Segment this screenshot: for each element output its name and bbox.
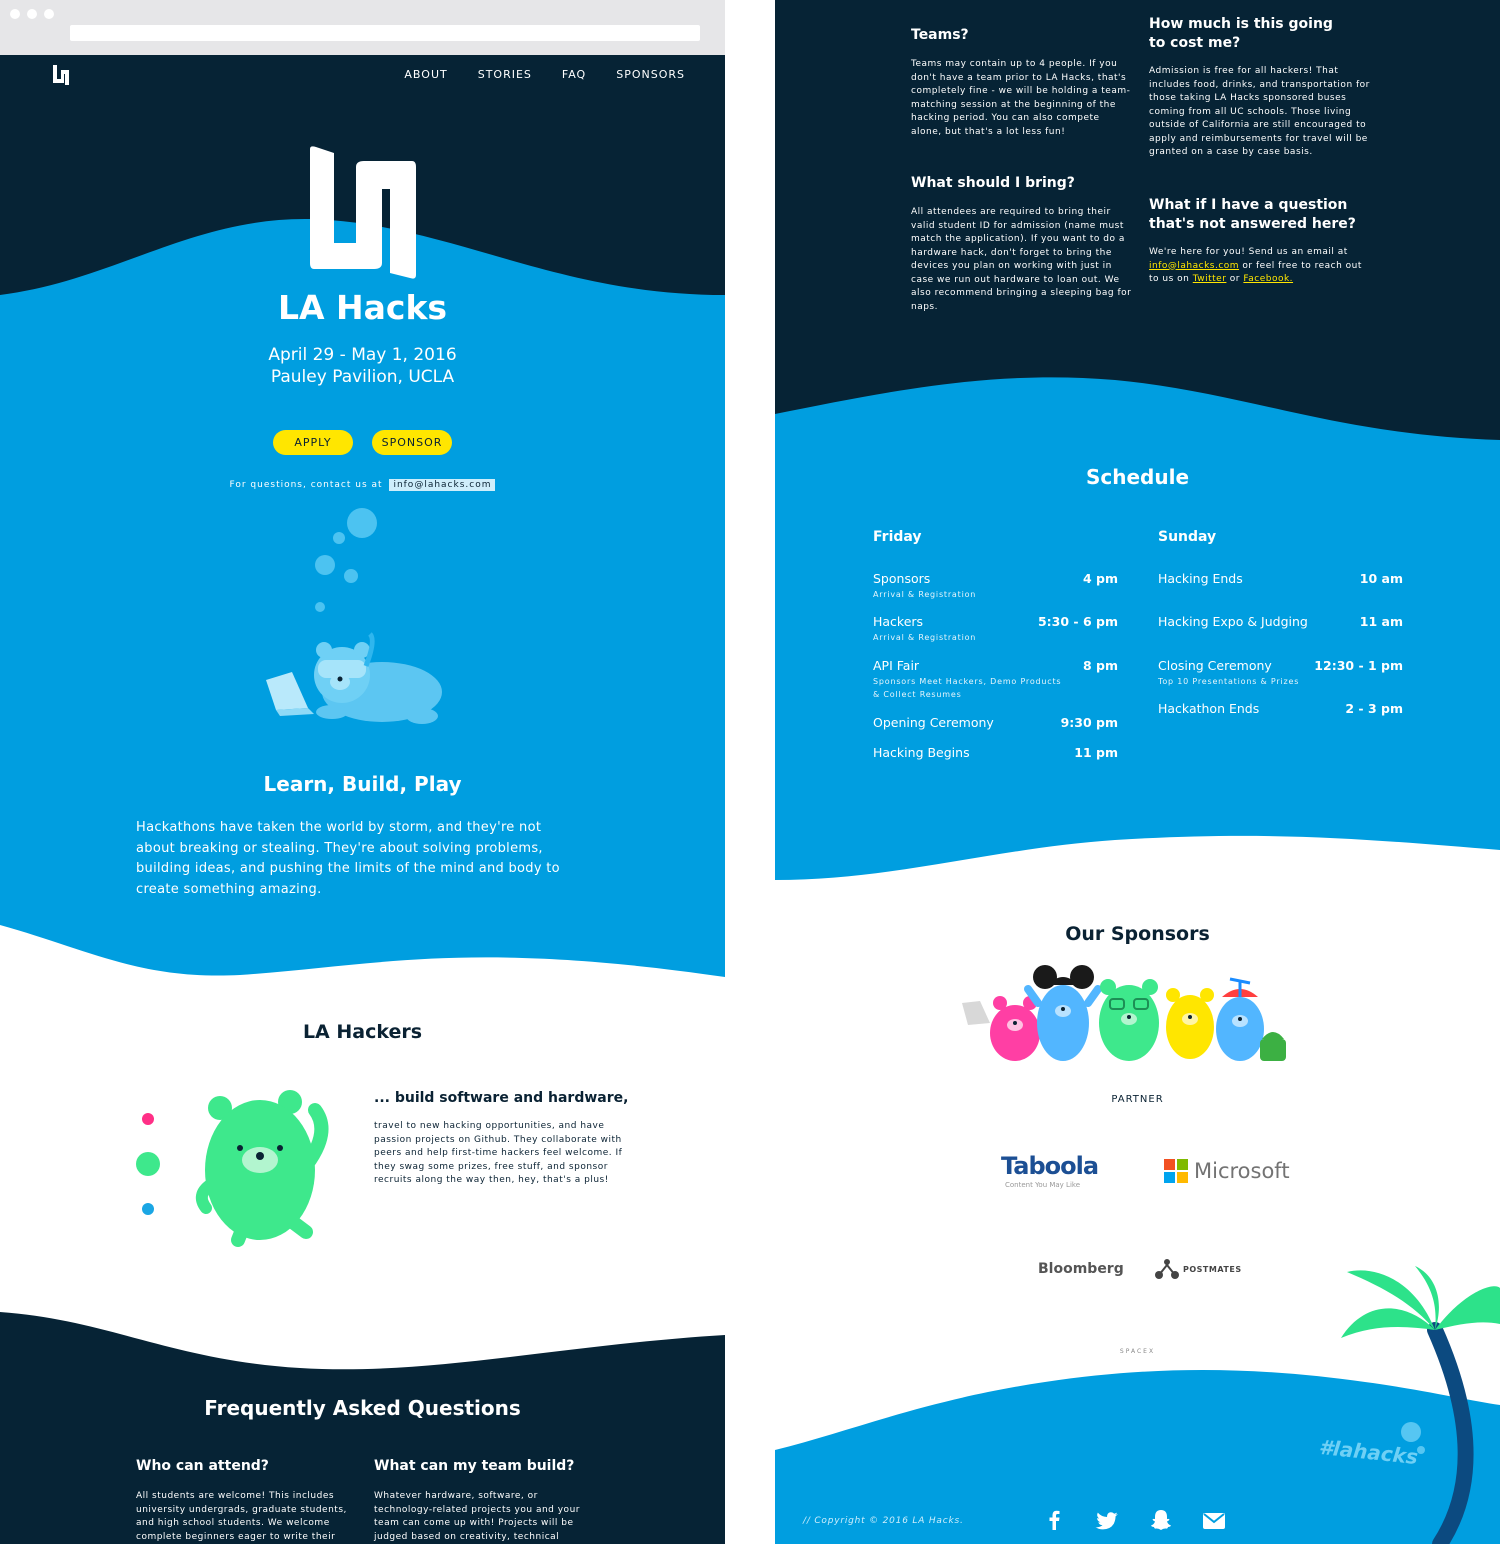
schedule-event: Hackers Arrival & Registration 5:30 - 6 … [873, 614, 1118, 642]
faq-schedule-bg [775, 0, 1500, 880]
window-dot-icon[interactable] [44, 9, 54, 19]
schedule-day-sunday: Sunday [1158, 529, 1217, 545]
window-dot-icon[interactable] [27, 9, 37, 19]
faq-question-1: Who can attend? [136, 1458, 269, 1474]
hackers-body: travel to new hacking opportunities, and… [374, 1121, 623, 1185]
twitter-icon[interactable] [1095, 1512, 1119, 1530]
landing-page-bottom: Teams? Teams may contain up to 4 people.… [775, 0, 1500, 1544]
schedule-event: Hackathon Ends 2 - 3 pm [1158, 701, 1403, 716]
contact-prefix: For questions, contact us at [229, 480, 383, 490]
faq-answer-6: We're here for you! Send us an email at … [1149, 247, 1362, 284]
faq-question-2: What can my team build? [374, 1458, 575, 1474]
landing-page-top: ABOUT STORIES FAQ SPONSORS LA Hacks Apri… [0, 0, 725, 1544]
partner-label: PARTNER [1111, 1094, 1164, 1105]
contact-email-link[interactable]: info@lahacks.com [389, 479, 496, 491]
nav-about[interactable]: ABOUT [404, 68, 447, 81]
faq-answer-4: All attendees are required to bring thei… [911, 207, 1132, 312]
hero-title: LA Hacks [277, 288, 448, 327]
apply-button[interactable]: APPLY [272, 430, 353, 455]
faq-title: Frequently Asked Questions [204, 1396, 521, 1420]
schedule-event: Sponsors Arrival & Registration 4 pm [873, 571, 1118, 599]
schedule-event: Opening Ceremony 9:30 pm [873, 715, 1118, 730]
sponsors-title: Our Sponsors [1065, 923, 1210, 945]
taboola-logo[interactable]: Taboola [1001, 1152, 1099, 1180]
faq-answer-3: Teams may contain up to 4 people. If you… [911, 59, 1131, 137]
twitter-link[interactable]: Twitter [1193, 274, 1227, 284]
faq-question-3: Teams? [911, 27, 969, 43]
faq-answer-2: Whatever hardware, software, or technolo… [374, 1491, 580, 1542]
address-bar[interactable] [70, 25, 700, 41]
hero-dates: April 29 - May 1, 2016 [268, 345, 457, 365]
schedule-event: Closing Ceremony Top 10 Presentations & … [1158, 658, 1403, 686]
nav-faq[interactable]: FAQ [562, 68, 586, 81]
window-dot-icon[interactable] [10, 9, 20, 19]
microsoft-logo[interactable]: Microsoft [1194, 1159, 1290, 1183]
sponsor-button[interactable]: SPONSOR [372, 430, 453, 455]
hackers-subtitle: ... build software and hardware, [374, 1090, 629, 1106]
faq-email-link[interactable]: info@lahacks.com [1149, 261, 1239, 271]
faq-wave-bg [0, 1312, 725, 1544]
bubbles-illustration [315, 508, 377, 612]
microsoft-flag-icon [1164, 1159, 1188, 1183]
nav-sponsors[interactable]: SPONSORS [616, 68, 685, 81]
browser-chrome [0, 0, 725, 55]
facebook-icon[interactable] [1047, 1510, 1061, 1530]
about-title: Learn, Build, Play [263, 772, 462, 796]
taboola-tagline: Content You May Like [1005, 1181, 1081, 1189]
copyright-text: // Copyright © 2016 LA Hacks. [803, 1516, 964, 1526]
faq-question-4: What should I bring? [911, 175, 1075, 191]
footer-wave-bg [775, 1266, 1500, 1544]
nav-stories[interactable]: STORIES [478, 68, 532, 81]
mail-icon[interactable] [1203, 1513, 1225, 1529]
hero-venue: Pauley Pavilion, UCLA [270, 367, 455, 387]
snorkel-bear-illustration [266, 632, 442, 724]
top-nav: ABOUT STORIES FAQ SPONSORS [0, 55, 725, 95]
schedule-event: Hacking Begins 11 pm [873, 745, 1118, 760]
green-bear-illustration [136, 1090, 329, 1247]
faq-answer-1: All students are welcome! This includes … [136, 1491, 347, 1542]
about-body: Hackathons have taken the world by storm… [136, 820, 560, 897]
schedule-title: Schedule [1085, 465, 1190, 489]
schedule-event: Hacking Ends 10 am [1158, 571, 1403, 586]
schedule-event: API Fair Sponsors Meet Hackers, Demo Pro… [873, 658, 1118, 699]
hackers-title: LA Hackers [302, 1021, 423, 1043]
schedule-day-friday: Friday [873, 529, 922, 545]
faq-answer-5: Admission is free for all hackers! That … [1149, 66, 1370, 157]
faq-question-5: How much is this going to cost me? [1149, 16, 1333, 51]
lahacks-logo-large-icon [310, 146, 416, 279]
snapchat-icon[interactable] [1150, 1509, 1172, 1531]
facebook-link[interactable]: Facebook. [1243, 274, 1293, 284]
lahacks-logo-icon[interactable] [52, 64, 70, 86]
faq-question-6: What if I have a question that's not ans… [1149, 197, 1356, 232]
bears-group-illustration [962, 965, 1286, 1061]
schedule-event: Hacking Expo & Judging 11 am [1158, 614, 1403, 629]
